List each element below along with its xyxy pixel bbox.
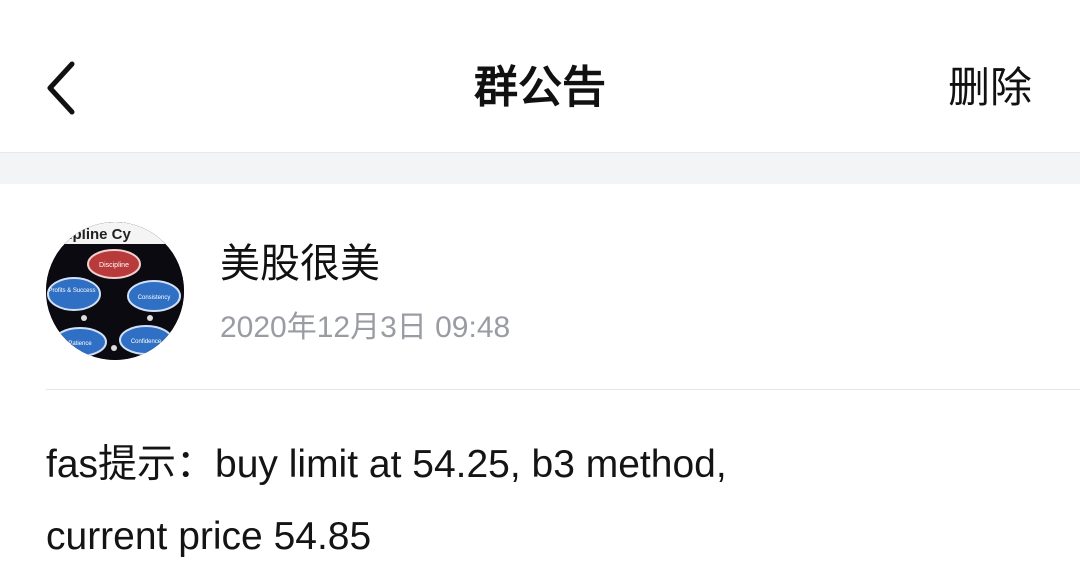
back-button[interactable] <box>30 50 94 126</box>
delete-button[interactable]: 删除 <box>948 58 1032 118</box>
avatar-node-label: Profits & Success <box>48 288 95 294</box>
avatar-node-label: Confidence <box>131 339 162 345</box>
author-row: cipline Cy Discipline Profits & Success … <box>46 214 1046 364</box>
avatar-node-label: Discipline <box>99 262 129 269</box>
avatar-node-label: Patience <box>68 341 92 347</box>
navigation-bar: 群公告 删除 <box>0 0 1080 152</box>
chevron-left-icon <box>47 61 75 115</box>
divider <box>46 389 1080 390</box>
avatar-banner-text: cipline Cy <box>60 226 132 243</box>
author-name: 美股很美 <box>220 241 380 287</box>
announcement-line: current price 54.85 <box>46 515 372 558</box>
avatar-node-label: Consistency <box>138 295 171 301</box>
avatar[interactable]: cipline Cy Discipline Profits & Success … <box>46 222 184 360</box>
post-timestamp: 2020年12月3日 09:48 <box>220 311 511 344</box>
announcement-text: fas提示：buy limit at 54.25, b3 method, cur… <box>46 429 1006 573</box>
page-title: 群公告 <box>474 62 606 113</box>
announcement-line: fas提示：buy limit at 54.25, b3 method, <box>46 443 727 486</box>
section-separator <box>0 152 1080 184</box>
discipline-cycle-image: cipline Cy Discipline Profits & Success … <box>46 222 184 360</box>
announcement-card: cipline Cy Discipline Profits & Success … <box>0 184 1080 587</box>
